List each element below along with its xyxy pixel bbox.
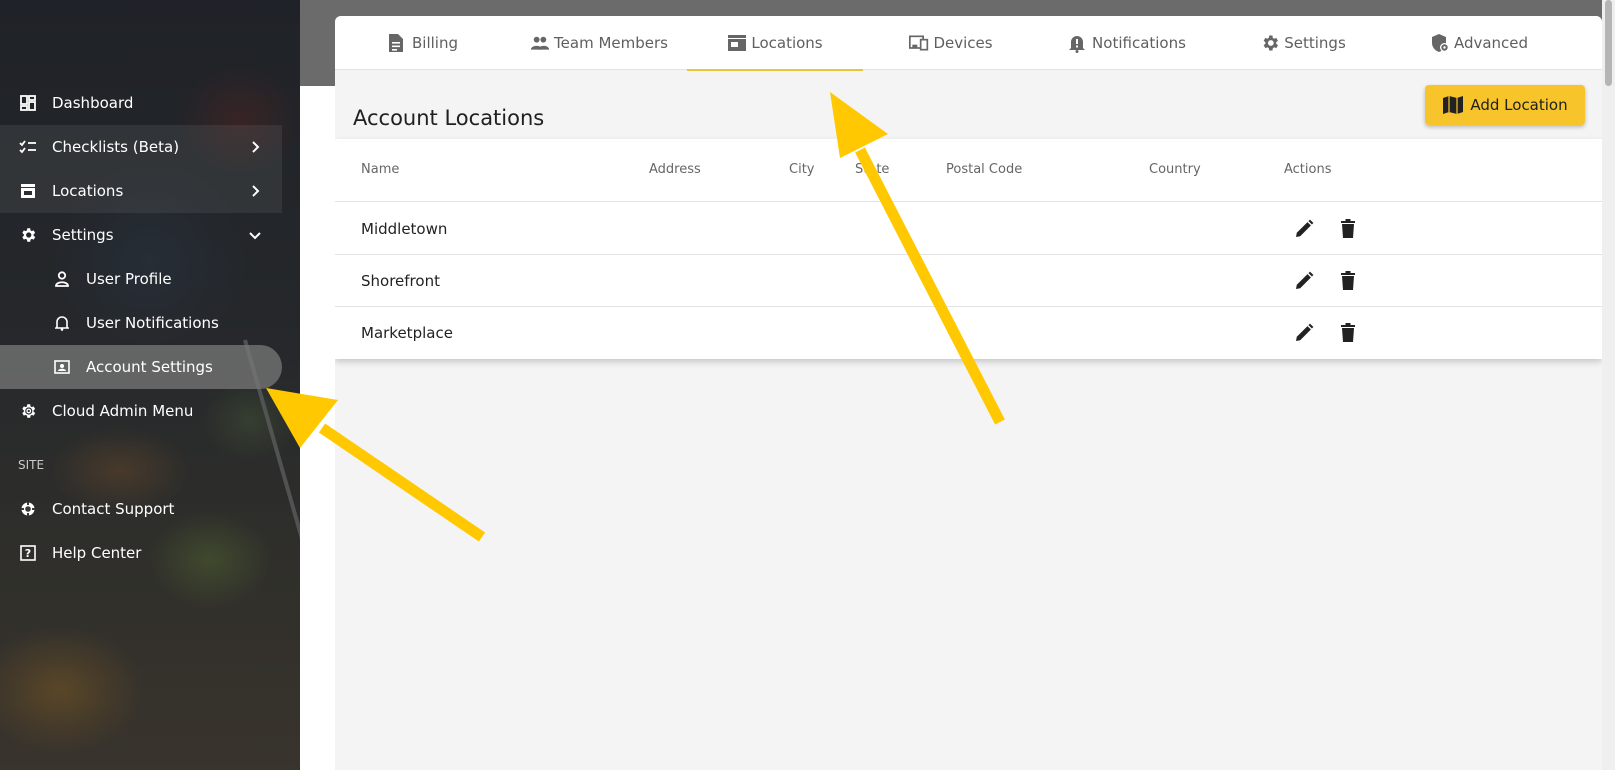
gear-icon xyxy=(18,225,38,245)
map-icon xyxy=(1442,94,1464,116)
sidebar-item-label: Cloud Admin Menu xyxy=(52,402,194,420)
checklist-icon xyxy=(18,137,38,157)
sidebar-item-account-settings[interactable]: Account Settings xyxy=(0,345,282,389)
tab-label: Billing xyxy=(412,34,458,52)
column-header-state[interactable]: State xyxy=(855,162,889,177)
tab-devices[interactable]: Devices xyxy=(863,16,1039,70)
add-location-button[interactable]: Add Location xyxy=(1425,85,1585,125)
table-row: Middletown xyxy=(335,203,1602,255)
page-scrollbar[interactable] xyxy=(1602,0,1615,770)
delete-icon[interactable] xyxy=(1336,269,1360,293)
tab-label: Advanced xyxy=(1453,34,1529,52)
account-settings-card: Billing Team Members Locations Devices N… xyxy=(335,16,1602,770)
sidebar-item-locations[interactable]: Locations xyxy=(0,169,282,213)
sidebar-item-label: User Profile xyxy=(86,270,172,288)
sidebar-item-settings[interactable]: Settings xyxy=(0,213,282,257)
sidebar: Dashboard Checklists (Beta) Locations Se… xyxy=(0,0,300,770)
lifebuoy-icon xyxy=(18,499,38,519)
sidebar-item-label: Locations xyxy=(52,182,124,200)
people-icon xyxy=(530,33,550,53)
sidebar-item-dashboard[interactable]: Dashboard xyxy=(0,81,282,125)
tab-locations[interactable]: Locations xyxy=(687,16,863,71)
column-header-postal-code[interactable]: Postal Code xyxy=(946,162,1022,177)
locations-table: Name Address City State Postal Code Coun… xyxy=(335,139,1602,359)
sidebar-item-label: Account Settings xyxy=(86,358,213,376)
sidebar-item-label: Settings xyxy=(52,226,114,244)
edit-icon[interactable] xyxy=(1292,217,1316,241)
column-header-actions: Actions xyxy=(1284,162,1332,177)
tab-label: Team Members xyxy=(554,34,668,52)
location-name: Middletown xyxy=(361,220,448,238)
tab-label: Settings xyxy=(1284,34,1346,52)
help-box-icon: ? xyxy=(18,543,38,563)
scrollbar-thumb[interactable] xyxy=(1605,0,1612,86)
tab-label: Notifications xyxy=(1092,34,1186,52)
sidebar-item-label: Checklists (Beta) xyxy=(52,138,180,156)
store-icon xyxy=(727,33,747,53)
column-header-country[interactable]: Country xyxy=(1149,162,1201,177)
delete-icon[interactable] xyxy=(1336,217,1360,241)
tab-label: Locations xyxy=(751,34,823,52)
sidebar-item-label: Contact Support xyxy=(52,500,175,518)
dashboard-icon xyxy=(18,93,38,113)
chevron-down-icon xyxy=(246,226,264,244)
svg-text:?: ? xyxy=(25,547,31,560)
sidebar-item-help-center[interactable]: ? Help Center xyxy=(0,531,282,575)
add-location-label: Add Location xyxy=(1470,96,1568,114)
location-name: Shorefront xyxy=(361,272,440,290)
account-box-icon xyxy=(52,357,72,377)
edit-icon[interactable] xyxy=(1292,321,1316,345)
person-icon xyxy=(52,269,72,289)
shield-gear-icon xyxy=(1430,33,1450,53)
store-icon xyxy=(18,181,38,201)
sidebar-item-contact-support[interactable]: Contact Support xyxy=(0,487,282,531)
gear-icon xyxy=(1260,33,1280,53)
delete-icon[interactable] xyxy=(1336,321,1360,345)
column-header-name[interactable]: Name xyxy=(361,162,399,177)
admin-gear-icon xyxy=(18,401,38,421)
page-title: Account Locations xyxy=(353,106,545,130)
sidebar-item-user-profile[interactable]: User Profile xyxy=(0,257,282,301)
tab-settings[interactable]: Settings xyxy=(1215,16,1391,70)
sidebar-item-label: User Notifications xyxy=(86,314,219,332)
sidebar-item-cloud-admin-menu[interactable]: Cloud Admin Menu xyxy=(0,389,282,433)
sidebar-item-checklists[interactable]: Checklists (Beta) xyxy=(0,125,282,169)
table-header: Name Address City State Postal Code Coun… xyxy=(335,139,1602,202)
chevron-right-icon xyxy=(246,138,264,156)
tab-label: Devices xyxy=(933,34,993,52)
sidebar-item-label: Help Center xyxy=(52,544,142,562)
devices-icon xyxy=(909,33,929,53)
sidebar-item-user-notifications[interactable]: User Notifications xyxy=(0,301,282,345)
column-header-address[interactable]: Address xyxy=(649,162,701,177)
location-name: Marketplace xyxy=(361,324,453,342)
tab-advanced[interactable]: Advanced xyxy=(1391,16,1567,70)
tab-billing[interactable]: Billing xyxy=(335,16,511,70)
table-row: Marketplace xyxy=(335,307,1602,359)
chevron-right-icon xyxy=(246,182,264,200)
edit-icon[interactable] xyxy=(1292,269,1316,293)
sidebar-item-label: Dashboard xyxy=(52,94,134,112)
column-header-city[interactable]: City xyxy=(789,162,814,177)
settings-tabs: Billing Team Members Locations Devices N… xyxy=(335,16,1602,71)
document-icon xyxy=(388,33,408,53)
table-row: Shorefront xyxy=(335,255,1602,307)
bell-icon xyxy=(52,313,72,333)
tab-team-members[interactable]: Team Members xyxy=(511,16,687,70)
tab-notifications[interactable]: Notifications xyxy=(1039,16,1215,70)
bell-alert-icon xyxy=(1068,33,1088,53)
sidebar-section-label: SITE xyxy=(18,458,45,472)
